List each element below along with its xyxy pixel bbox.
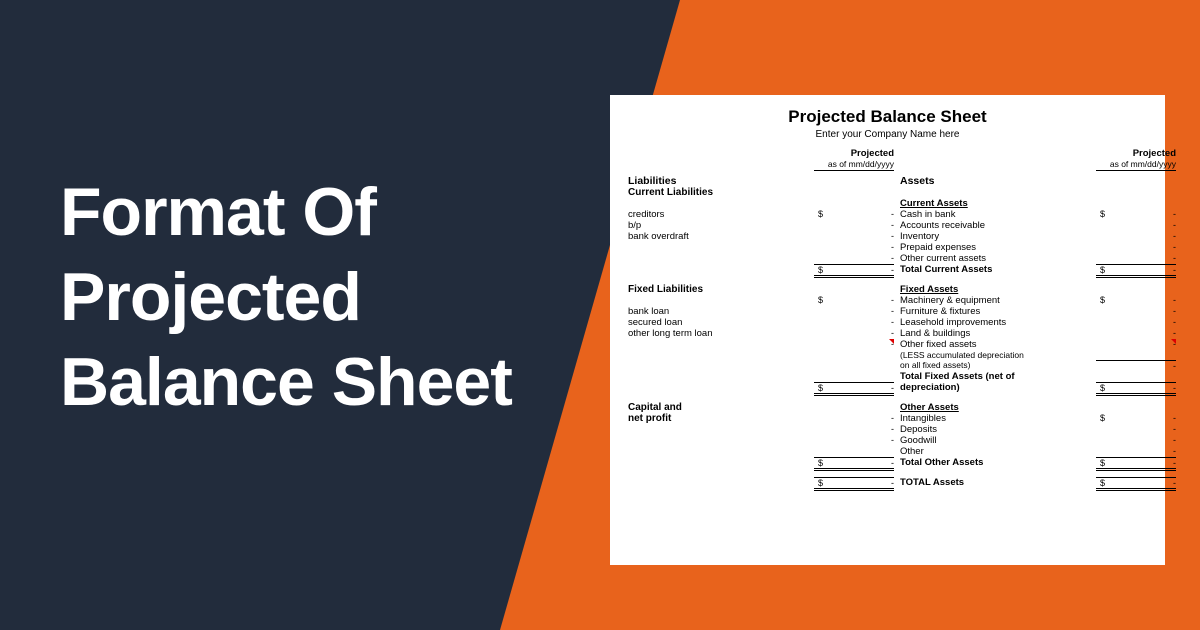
total-fixed-assets-label-2: depreciation) — [900, 382, 1090, 396]
amt-secured: - — [814, 317, 894, 328]
item-inventory: Inventory — [900, 231, 1090, 242]
amt-ar: - — [1096, 220, 1176, 231]
grand-total-assets-label: TOTAL Assets — [900, 477, 1090, 491]
amt-bank-loan: - — [814, 306, 894, 317]
capital-header-2: net profit — [628, 413, 808, 424]
col-header-projected-right: Projected — [1096, 148, 1176, 159]
col-date-left: as of mm/dd/yyyy — [814, 159, 894, 171]
item-machinery: Machinery & equipment — [900, 295, 1090, 306]
item-bp: b/p — [628, 220, 808, 231]
liabilities-header: Liabilities — [628, 171, 808, 187]
hero-line-2: Projected — [60, 255, 512, 340]
amt-deposits: - — [1096, 424, 1176, 435]
balance-sheet-document: Projected Balance Sheet Enter your Compa… — [610, 95, 1165, 565]
amt-goodwill: - — [1096, 435, 1176, 446]
subtotal-liab-1: $- — [814, 264, 894, 278]
fixed-liabilities-header: Fixed Liabilities — [628, 284, 808, 295]
comment-icon — [1171, 339, 1176, 344]
item-creditors: creditors — [628, 209, 808, 220]
item-goodwill: Goodwill — [900, 435, 1090, 446]
total-other-assets-amt: $- — [1096, 457, 1176, 471]
item-secured: secured loan — [628, 317, 808, 328]
assets-header: Assets — [900, 171, 1090, 187]
amt-intangibles: $- — [1096, 413, 1176, 424]
grand-total-assets-amt: $- — [1096, 477, 1176, 491]
hero-line-3: Balance Sheet — [60, 340, 512, 425]
total-fixed-assets-label-1: Total Fixed Assets (net of — [900, 371, 1090, 382]
total-current-assets-amt: $- — [1096, 264, 1176, 278]
item-land: Land & buildings — [900, 328, 1090, 339]
sheet-subtitle: Enter your Company Name here — [628, 129, 1147, 140]
item-other-fixed: Other fixed assets — [900, 339, 1090, 350]
item-deposits: Deposits — [900, 424, 1090, 435]
total-other-assets-label: Total Other Assets — [900, 457, 1090, 471]
item-furniture: Furniture & fixtures — [900, 306, 1090, 317]
comment-icon — [889, 339, 894, 344]
amt-depreciation: - — [1096, 360, 1176, 371]
item-other-loan: other long term loan — [628, 328, 808, 339]
item-leasehold: Leasehold improvements — [900, 317, 1090, 328]
amt-capital-3: - — [814, 435, 894, 446]
hero-line-1: Format Of — [60, 170, 512, 255]
amt-bp: - — [814, 220, 894, 231]
total-current-assets-label: Total Current Assets — [900, 264, 1090, 278]
item-other-other: Other — [900, 446, 1090, 457]
amt-inventory: - — [1096, 231, 1176, 242]
item-other-cur: Other current assets — [900, 253, 1090, 264]
current-assets-header: Current Assets — [900, 198, 1090, 209]
depreciation-note-1: (LESS accumulated depreciation — [900, 350, 1090, 360]
grand-total-liab-amt: $- — [814, 477, 894, 491]
amt-other-loan: - — [814, 328, 894, 339]
amt-overdraft: - — [814, 231, 894, 242]
amt-other-fixed: - — [1096, 339, 1176, 350]
amt-leasehold: - — [1096, 317, 1176, 328]
amt-other-cur: - — [1096, 253, 1176, 264]
amt-blank-3: $- — [814, 295, 894, 306]
col-date-right: as of mm/dd/yyyy — [1096, 159, 1176, 171]
depreciation-note-2: on all fixed assets) — [900, 360, 1090, 371]
amt-blank-1: - — [814, 242, 894, 253]
subtotal-liab-3: $- — [814, 457, 894, 471]
amt-capital-2: - — [814, 424, 894, 435]
hero-title: Format Of Projected Balance Sheet — [60, 170, 512, 425]
amt-other-other: - — [1096, 446, 1176, 457]
fixed-assets-header: Fixed Assets — [900, 284, 1090, 295]
subtotal-liab-2: $- — [814, 382, 894, 396]
item-intangibles: Intangibles — [900, 413, 1090, 424]
item-prepaid: Prepaid expenses — [900, 242, 1090, 253]
amt-prepaid: - — [1096, 242, 1176, 253]
current-liabilities-header: Current Liabilities — [628, 187, 808, 198]
amt-cash: $- — [1096, 209, 1176, 220]
sheet-title: Projected Balance Sheet — [628, 107, 1147, 127]
amt-furniture: - — [1096, 306, 1176, 317]
amt-land: - — [1096, 328, 1176, 339]
item-bank-loan: bank loan — [628, 306, 808, 317]
amt-capital-1: - — [814, 413, 894, 424]
col-header-projected-left: Projected — [814, 148, 894, 159]
item-cash: Cash in bank — [900, 209, 1090, 220]
sheet-grid: ProjectedProjected as of mm/dd/yyyyas of… — [628, 148, 1147, 491]
amt-blank-4: - — [814, 339, 894, 350]
amt-blank-2: - — [814, 253, 894, 264]
other-assets-header: Other Assets — [900, 402, 1090, 413]
item-ar: Accounts receivable — [900, 220, 1090, 231]
item-overdraft: bank overdraft — [628, 231, 808, 242]
amt-creditors: $- — [814, 209, 894, 220]
amt-machinery: $- — [1096, 295, 1176, 306]
total-fixed-assets-amt: $- — [1096, 382, 1176, 396]
capital-header-1: Capital and — [628, 402, 808, 413]
